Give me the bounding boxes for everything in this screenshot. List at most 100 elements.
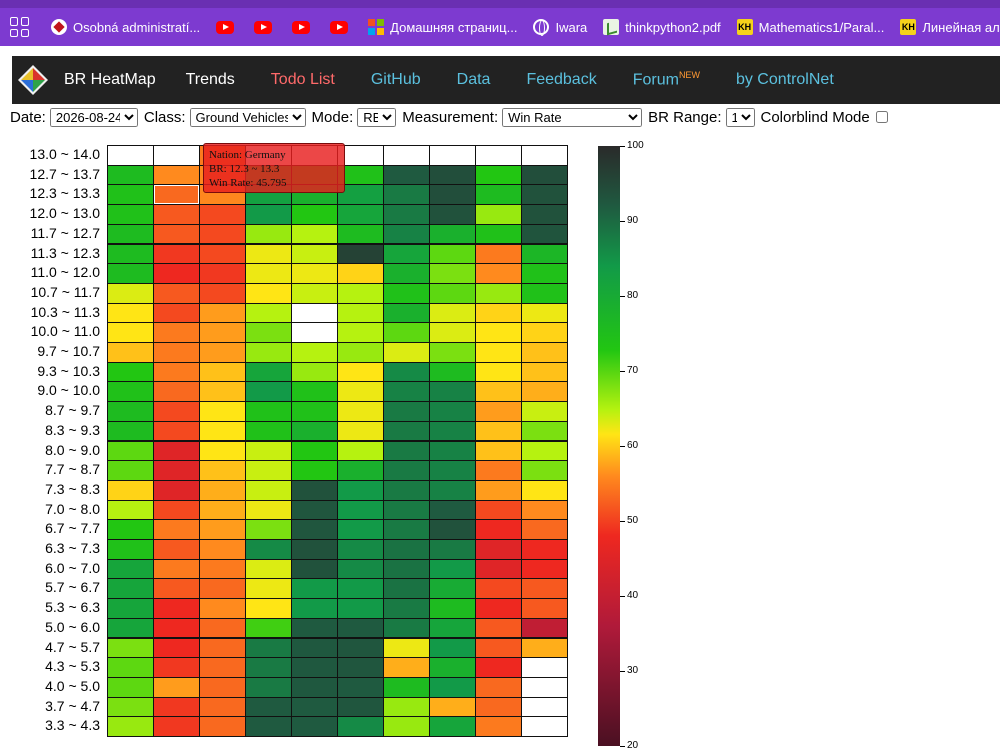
heatmap-cell[interactable]: [475, 460, 522, 481]
heatmap-cell[interactable]: [199, 361, 246, 383]
heatmap-cell[interactable]: [383, 637, 430, 659]
heatmap-cell[interactable]: [153, 637, 200, 659]
heatmap-cell[interactable]: [337, 479, 384, 501]
heatmap-cell[interactable]: [337, 460, 384, 481]
heatmap-cell[interactable]: [521, 322, 568, 343]
heatmap-cell[interactable]: [337, 381, 384, 403]
heatmap-cell[interactable]: [107, 716, 154, 737]
heatmap-cell[interactable]: [245, 479, 292, 501]
heatmap-cell[interactable]: [153, 420, 200, 442]
heatmap-cell[interactable]: [291, 322, 338, 343]
heatmap-cell[interactable]: [429, 539, 476, 560]
heatmap-cell[interactable]: [245, 617, 292, 639]
heatmap-cell[interactable]: [383, 223, 430, 245]
heatmap-cell[interactable]: [291, 479, 338, 501]
heatmap-cell[interactable]: [245, 302, 292, 324]
heatmap-cell[interactable]: [429, 578, 476, 600]
heatmap-cell[interactable]: [383, 164, 430, 186]
heatmap-cell[interactable]: [337, 617, 384, 639]
heatmap-cell[interactable]: [153, 204, 200, 225]
heatmap-cell[interactable]: [521, 519, 568, 540]
heatmap-cell[interactable]: [475, 519, 522, 540]
heatmap-cell[interactable]: [291, 657, 338, 678]
heatmap-cell[interactable]: [245, 322, 292, 343]
heatmap-cell[interactable]: [429, 460, 476, 481]
heatmap-cell[interactable]: [337, 282, 384, 304]
heatmap-cell[interactable]: [383, 479, 430, 501]
heatmap-cell[interactable]: [429, 440, 476, 462]
heatmap-cell[interactable]: [107, 381, 154, 403]
heatmap-cell[interactable]: [475, 499, 522, 521]
heatmap-cell[interactable]: [291, 499, 338, 521]
heatmap-cell[interactable]: [199, 519, 246, 540]
heatmap-cell[interactable]: [337, 499, 384, 521]
heatmap-cell[interactable]: [383, 460, 430, 481]
heatmap-cell[interactable]: [107, 499, 154, 521]
heatmap-cell[interactable]: [291, 578, 338, 600]
heatmap-cell[interactable]: [245, 243, 292, 265]
heatmap-cell[interactable]: [521, 657, 568, 678]
heatmap-cell[interactable]: [245, 204, 292, 225]
heatmap-cell[interactable]: [475, 204, 522, 225]
heatmap-cell[interactable]: [475, 598, 522, 619]
heatmap-cell[interactable]: [291, 617, 338, 639]
heatmap-cell[interactable]: [429, 243, 476, 265]
heatmap-cell[interactable]: [153, 440, 200, 462]
heatmap-cell[interactable]: [291, 558, 338, 580]
heatmap-cell[interactable]: [429, 676, 476, 698]
heatmap-cell[interactable]: [153, 282, 200, 304]
heatmap-cell[interactable]: [429, 381, 476, 403]
heatmap-cell[interactable]: [383, 440, 430, 462]
heatmap-cell[interactable]: [429, 164, 476, 186]
heatmap-cell[interactable]: [337, 539, 384, 560]
heatmap-cell[interactable]: [475, 282, 522, 304]
heatmap-cell[interactable]: [475, 381, 522, 403]
heatmap-cell[interactable]: [153, 223, 200, 245]
heatmap-cell[interactable]: [107, 657, 154, 678]
heatmap-cell[interactable]: [475, 696, 522, 718]
heatmap-cell[interactable]: [107, 558, 154, 580]
heatmap-cell[interactable]: [383, 184, 430, 206]
heatmap-cell[interactable]: [107, 401, 154, 422]
heatmap-cell[interactable]: [521, 558, 568, 580]
heatmap-cell[interactable]: [153, 243, 200, 265]
heatmap-cell[interactable]: [337, 342, 384, 363]
heatmap-cell[interactable]: [153, 361, 200, 383]
heatmap-cell[interactable]: [429, 322, 476, 343]
heatmap-cell[interactable]: [521, 342, 568, 363]
heatmap-cell[interactable]: [429, 145, 476, 166]
heatmap-cell[interactable]: [337, 223, 384, 245]
heatmap-cell[interactable]: [199, 696, 246, 718]
heatmap-cell[interactable]: [475, 440, 522, 462]
heatmap-cell[interactable]: [383, 539, 430, 560]
heatmap-cell[interactable]: [291, 696, 338, 718]
heatmap-cell[interactable]: [475, 164, 522, 186]
heatmap-cell[interactable]: [521, 539, 568, 560]
heatmap-cell[interactable]: [429, 282, 476, 304]
heatmap-cell[interactable]: [475, 184, 522, 206]
heatmap-cell[interactable]: [245, 578, 292, 600]
heatmap-cell[interactable]: [153, 479, 200, 501]
heatmap-cell[interactable]: [521, 401, 568, 422]
heatmap-cell[interactable]: [337, 558, 384, 580]
heatmap-cell[interactable]: [291, 302, 338, 324]
heatmap-cell[interactable]: [383, 617, 430, 639]
heatmap-cell[interactable]: [153, 401, 200, 422]
heatmap-cell[interactable]: [429, 716, 476, 737]
heatmap-cell[interactable]: [245, 519, 292, 540]
heatmap-cell[interactable]: [245, 460, 292, 481]
heatmap-cell[interactable]: [107, 479, 154, 501]
heatmap-cell[interactable]: [429, 204, 476, 225]
heatmap-cell[interactable]: [475, 361, 522, 383]
heatmap-cell[interactable]: [107, 282, 154, 304]
heatmap-cell[interactable]: [475, 539, 522, 560]
heatmap-cell[interactable]: [521, 184, 568, 206]
heatmap-cell[interactable]: [521, 716, 568, 737]
heatmap-cell[interactable]: [521, 696, 568, 718]
heatmap-cell[interactable]: [107, 263, 154, 284]
heatmap-cell[interactable]: [291, 716, 338, 737]
heatmap-cell[interactable]: [521, 676, 568, 698]
heatmap-cell[interactable]: [521, 361, 568, 383]
heatmap-cell[interactable]: [521, 145, 568, 166]
heatmap-cell[interactable]: [429, 519, 476, 540]
